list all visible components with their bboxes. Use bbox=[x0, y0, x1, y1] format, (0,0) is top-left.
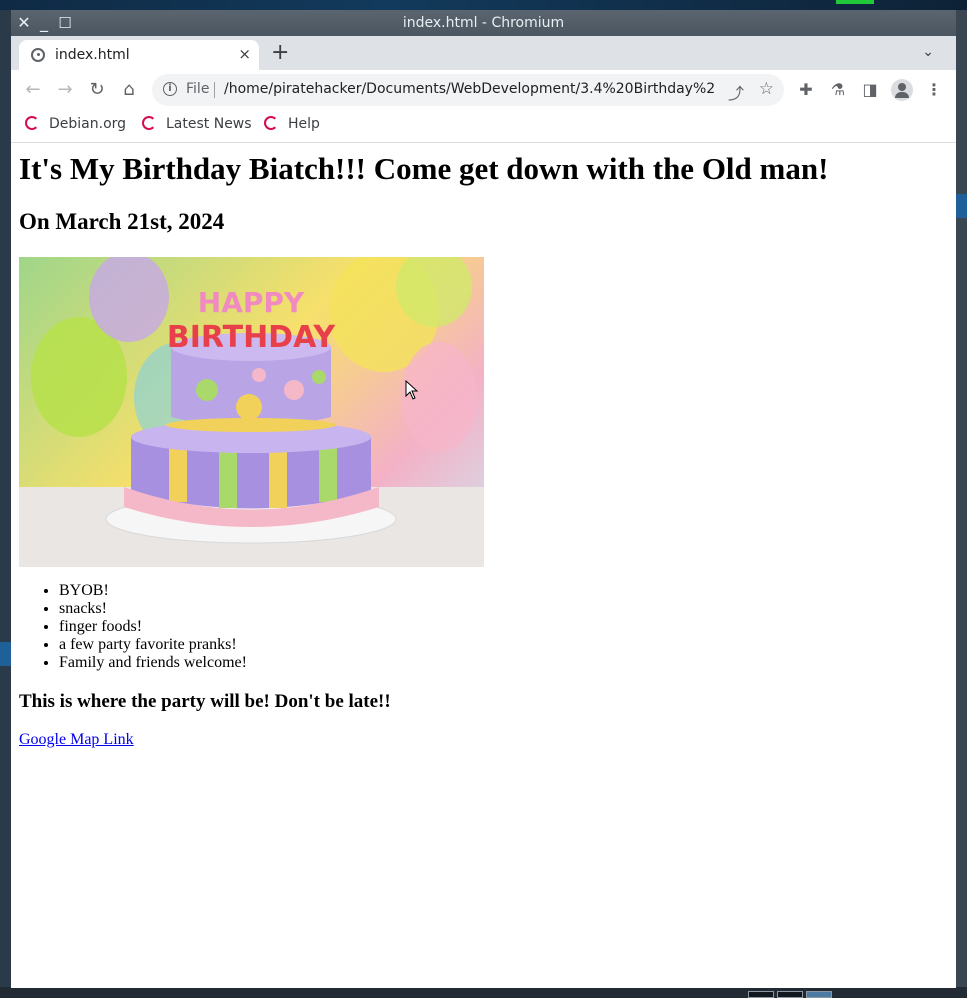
back-icon[interactable]: ← bbox=[22, 79, 44, 101]
party-details-list: BYOB! snacks! finger foods! a few party … bbox=[59, 582, 247, 672]
system-tray-indicator bbox=[836, 0, 874, 4]
desktop-background-window bbox=[0, 642, 11, 666]
debian-icon bbox=[25, 116, 39, 130]
tab-close-icon[interactable]: × bbox=[238, 45, 251, 63]
globe-icon bbox=[31, 48, 45, 62]
url-scheme-label: File bbox=[186, 81, 210, 97]
list-item: finger foods! bbox=[59, 618, 247, 636]
reload-icon[interactable]: ↻ bbox=[86, 79, 108, 101]
window-titlebar: ✕ _ ☐ index.html - Chromium bbox=[11, 10, 956, 36]
menu-icon[interactable]: ⋮ bbox=[923, 79, 945, 101]
bookmark-help[interactable]: Help bbox=[264, 116, 320, 136]
share-icon[interactable]: ⤴ bbox=[728, 80, 744, 104]
omnibox-divider bbox=[214, 82, 215, 98]
cake-candle-text-bottom: BIRTHDAY bbox=[167, 320, 337, 355]
new-tab-button[interactable]: + bbox=[271, 42, 289, 64]
extensions-icon[interactable]: ✚ bbox=[795, 79, 817, 101]
list-item: snacks! bbox=[59, 600, 247, 618]
bookmark-label: Help bbox=[288, 116, 320, 132]
tab-search-chevron-icon[interactable]: ⌄ bbox=[922, 44, 934, 60]
debian-icon bbox=[142, 116, 156, 130]
profile-icon[interactable] bbox=[891, 79, 913, 101]
address-bar[interactable]: i File /home/piratehacker/Documents/WebD… bbox=[152, 74, 784, 106]
debian-icon bbox=[264, 116, 278, 130]
tab-label: index.html bbox=[55, 47, 130, 63]
list-item: a few party favorite pranks! bbox=[59, 636, 247, 654]
side-panel-icon[interactable]: ◨ bbox=[859, 79, 881, 101]
list-item: Family and friends welcome! bbox=[59, 654, 247, 672]
tab-strip: index.html × + ⌄ bbox=[11, 36, 956, 70]
url-text[interactable]: /home/piratehacker/Documents/WebDevelopm… bbox=[224, 81, 714, 97]
bookmark-latest-news[interactable]: Latest News bbox=[142, 116, 252, 136]
mouse-cursor-icon bbox=[405, 380, 419, 400]
page-title: It's My Birthday Biatch!!! Come get down… bbox=[19, 151, 829, 186]
window-title: index.html - Chromium bbox=[402, 15, 565, 31]
bookmark-label: Latest News bbox=[166, 116, 252, 132]
workspace-button[interactable] bbox=[777, 991, 803, 998]
home-icon[interactable]: ⌂ bbox=[118, 79, 140, 101]
browser-window: ✕ _ ☐ index.html - Chromium index.html ×… bbox=[11, 10, 956, 988]
page-content: It's My Birthday Biatch!!! Come get down… bbox=[11, 143, 956, 988]
labs-icon[interactable]: ⚗ bbox=[827, 79, 849, 101]
bookmark-debian-org[interactable]: Debian.org bbox=[25, 116, 126, 136]
bookmarks-bar: Debian.org Latest News Help bbox=[11, 110, 956, 143]
star-icon[interactable]: ☆ bbox=[759, 79, 774, 99]
location-heading: This is where the party will be! Don't b… bbox=[19, 691, 391, 712]
info-icon[interactable]: i bbox=[163, 82, 177, 96]
desktop-left-edge bbox=[0, 10, 11, 998]
workspace-button[interactable] bbox=[748, 991, 774, 998]
desktop-right-edge bbox=[956, 10, 967, 998]
cake-candle-text-top: HAPPY bbox=[198, 286, 305, 319]
workspace-button[interactable] bbox=[806, 991, 832, 998]
tab-index-html[interactable]: index.html × bbox=[19, 40, 259, 70]
desktop-background-window bbox=[956, 194, 967, 218]
browser-toolbar: ← → ↻ ⌂ i File /home/piratehacker/Docume… bbox=[11, 70, 956, 110]
google-map-link[interactable]: Google Map Link bbox=[19, 731, 134, 749]
event-date: On March 21st, 2024 bbox=[19, 209, 225, 234]
birthday-cake-image: HAPPY BIRTHDAY bbox=[19, 257, 484, 567]
desktop-top-bar bbox=[0, 0, 967, 10]
bookmark-label: Debian.org bbox=[49, 116, 127, 132]
forward-icon[interactable]: → bbox=[54, 79, 76, 101]
taskbar bbox=[0, 987, 967, 998]
list-item: BYOB! bbox=[59, 582, 247, 600]
